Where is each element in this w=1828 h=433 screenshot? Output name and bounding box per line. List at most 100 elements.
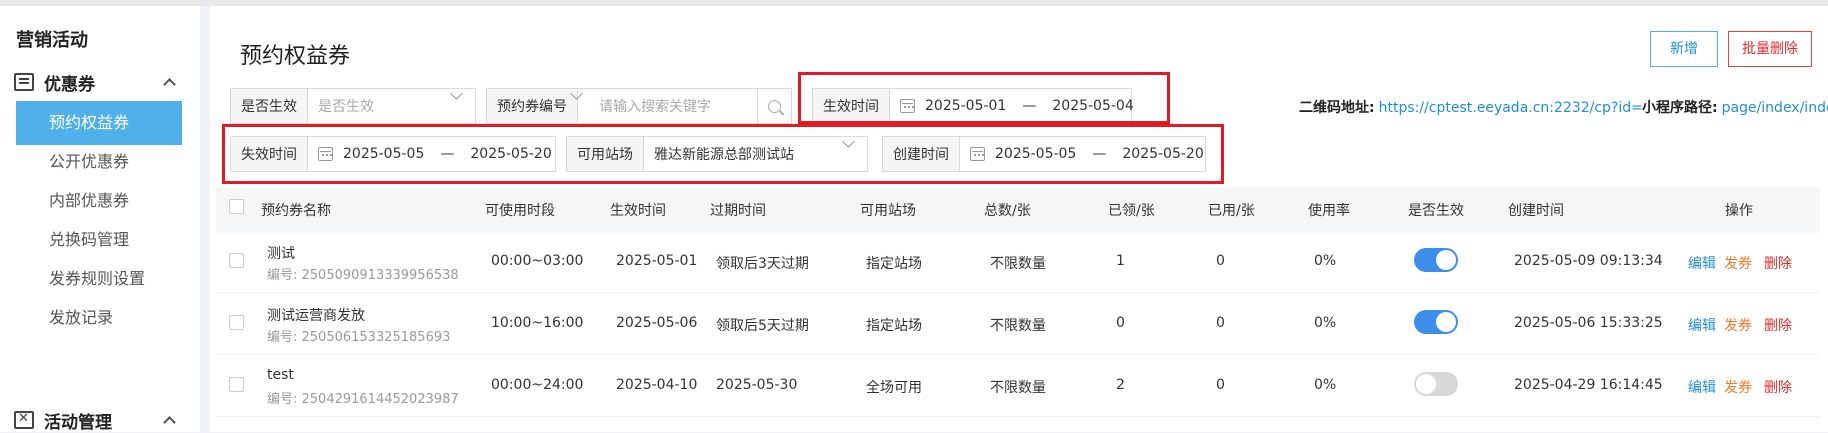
column-header: 可用站场 xyxy=(860,203,916,219)
column-header: 已用/张 xyxy=(1208,203,1255,219)
search-input[interactable]: 请输入搜索关键字 xyxy=(589,89,757,123)
usage-rate: 0% xyxy=(1314,253,1337,269)
coupon-name: 测试运营商发放 xyxy=(267,308,365,324)
created-time: 2025-04-29 16:14:45 xyxy=(1514,377,1663,393)
chevron-down-icon xyxy=(450,87,463,100)
station-scope: 指定站场 xyxy=(866,318,922,334)
code-filter-label: 预约券编号 xyxy=(487,89,578,123)
usage-rate: 0% xyxy=(1314,315,1337,331)
sidebar-group-label: 活动管理 xyxy=(44,412,112,433)
total-count: 不限数量 xyxy=(990,318,1046,334)
select-all-checkbox[interactable] xyxy=(229,199,244,214)
used-count: 0 xyxy=(1216,315,1225,331)
toggle-knob xyxy=(1436,250,1456,270)
mini-program-link[interactable]: page/index/index xyxy=(1722,100,1828,116)
edit-link[interactable]: 编辑 xyxy=(1688,377,1716,397)
usable-period: 10:00~16:00 xyxy=(491,315,584,331)
effective-date: 2025-05-01 xyxy=(616,253,698,269)
station-scope: 全场可用 xyxy=(866,380,922,396)
mini-program-label: 小程序路径: xyxy=(1642,100,1718,116)
claimed-count: 0 xyxy=(1116,315,1125,331)
coupon-icon xyxy=(14,73,34,91)
usable-period: 00:00~24:00 xyxy=(491,377,584,393)
activity-icon xyxy=(14,411,34,429)
sidebar-item-public-coupon[interactable]: 公开优惠券 xyxy=(16,140,182,184)
qr-address: 二维码地址: https://cptest.eeyada.cn:2232/cp?i… xyxy=(1299,97,1643,117)
sidebar-item-reservation-coupon[interactable]: 预约权益券 xyxy=(16,101,182,145)
coupon-name: test xyxy=(267,367,294,383)
coupon-code: 编号: 2504291614452023987 xyxy=(267,392,459,407)
sidebar-group-activities[interactable]: 活动管理 xyxy=(14,408,184,433)
enabled-toggle[interactable] xyxy=(1414,248,1458,272)
edit-link[interactable]: 编辑 xyxy=(1688,315,1716,335)
sidebar-group-label: 优惠券 xyxy=(44,74,95,95)
claimed-count: 1 xyxy=(1116,253,1125,269)
row-divider xyxy=(216,354,1820,355)
sidebar-item-issue-rules[interactable]: 发券规则设置 xyxy=(16,257,182,301)
edit-link[interactable]: 编辑 xyxy=(1688,253,1716,273)
created-time: 2025-05-06 15:33:25 xyxy=(1514,315,1663,331)
usable-period: 00:00~03:00 xyxy=(491,253,584,269)
highlight-box xyxy=(222,124,1224,184)
qr-address-link[interactable]: https://cptest.eeyada.cn:2232/cp?id= xyxy=(1379,100,1643,116)
batch-delete-button[interactable]: 批量删除 xyxy=(1728,31,1812,67)
search-icon xyxy=(768,99,781,113)
row-checkbox[interactable] xyxy=(229,315,244,330)
delete-link[interactable]: 删除 xyxy=(1764,377,1792,397)
issue-link[interactable]: 发券 xyxy=(1724,253,1752,273)
row-checkbox[interactable] xyxy=(229,253,244,268)
used-count: 0 xyxy=(1216,253,1225,269)
delete-link[interactable]: 删除 xyxy=(1764,253,1792,273)
column-header: 使用率 xyxy=(1308,203,1350,219)
enabled-toggle[interactable] xyxy=(1414,310,1458,334)
total-count: 不限数量 xyxy=(990,380,1046,396)
sidebar: 营销活动 优惠券 预约权益券 公开优惠券 内部优惠券 兑换码管理 发券规则设置 … xyxy=(0,6,200,433)
sidebar-item-issue-records[interactable]: 发放记录 xyxy=(16,296,182,340)
add-button[interactable]: 新增 xyxy=(1650,31,1718,67)
status-filter-label: 是否生效 xyxy=(231,89,308,123)
column-header: 预约券名称 xyxy=(261,203,331,219)
usage-rate: 0% xyxy=(1314,377,1337,393)
column-header: 已领/张 xyxy=(1108,203,1155,219)
page-title: 预约权益券 xyxy=(240,44,351,69)
row-divider xyxy=(216,416,1820,417)
expire-rule: 领取后3天过期 xyxy=(716,256,809,272)
column-header: 生效时间 xyxy=(610,203,666,219)
column-header: 总数/张 xyxy=(984,203,1031,219)
claimed-count: 2 xyxy=(1116,377,1125,393)
code-search-filter[interactable]: 预约券编号 请输入搜索关键字 xyxy=(486,87,792,124)
coupon-name: 测试 xyxy=(267,246,295,262)
delete-link[interactable]: 删除 xyxy=(1764,315,1792,335)
expire-rule: 2025-05-30 xyxy=(716,377,798,393)
row-checkbox[interactable] xyxy=(229,377,244,392)
total-count: 不限数量 xyxy=(990,256,1046,272)
created-time: 2025-05-09 09:13:34 xyxy=(1514,253,1663,269)
column-header: 可使用时段 xyxy=(485,203,555,219)
column-header: 创建时间 xyxy=(1508,203,1564,219)
toggle-knob xyxy=(1436,312,1456,332)
issue-link[interactable]: 发券 xyxy=(1724,315,1752,335)
column-header: 操作 xyxy=(1725,203,1753,219)
station-scope: 指定站场 xyxy=(866,256,922,272)
chevron-up-icon xyxy=(163,78,176,91)
sidebar-group-coupons[interactable]: 优惠券 xyxy=(14,70,184,95)
coupon-code: 编号: 2505090913339956538 xyxy=(267,268,459,283)
effective-date: 2025-04-10 xyxy=(616,377,698,393)
row-divider xyxy=(216,292,1820,293)
sidebar-title: 营销活动 xyxy=(16,30,88,51)
highlight-box xyxy=(798,72,1170,124)
sidebar-item-redeem-code[interactable]: 兑换码管理 xyxy=(16,218,182,262)
column-header: 过期时间 xyxy=(710,203,766,219)
chevron-up-icon xyxy=(163,416,176,429)
search-button[interactable] xyxy=(757,89,791,123)
issue-link[interactable]: 发券 xyxy=(1724,377,1752,397)
coupon-code: 编号: 2505061533251856​93 xyxy=(267,330,451,345)
status-filter[interactable]: 是否生效 是否生效 xyxy=(230,87,476,124)
effective-date: 2025-05-06 xyxy=(616,315,698,331)
status-filter-placeholder: 是否生效 xyxy=(318,99,374,115)
qr-address-label: 二维码地址: xyxy=(1299,100,1375,116)
sidebar-item-internal-coupon[interactable]: 内部优惠券 xyxy=(16,179,182,223)
used-count: 0 xyxy=(1216,377,1225,393)
enabled-toggle[interactable] xyxy=(1414,372,1458,396)
expire-rule: 领取后5天过期 xyxy=(716,318,809,334)
